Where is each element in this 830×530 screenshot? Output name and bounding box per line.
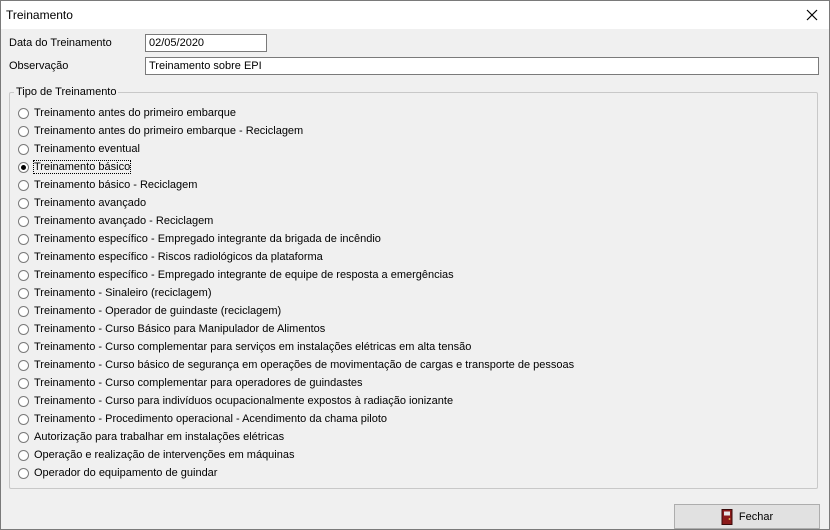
- training-type-title: Tipo de Treinamento: [16, 86, 117, 98]
- radio-option-label: Treinamento eventual: [34, 143, 140, 155]
- radio-option[interactable]: Treinamento - Curso complementar para op…: [18, 374, 363, 392]
- radio-button[interactable]: [18, 395, 29, 407]
- radio-option-label: Treinamento - Curso complementar para op…: [34, 377, 363, 389]
- dialog-window: Treinamento Data do Treinamento 02/05/20…: [0, 0, 830, 530]
- radio-button[interactable]: [18, 413, 29, 425]
- radio-button[interactable]: [18, 431, 29, 443]
- radio-button[interactable]: [18, 377, 29, 389]
- observation-field[interactable]: Treinamento sobre EPI: [145, 57, 819, 75]
- radio-option[interactable]: Treinamento - Curso para indivíduos ocup…: [18, 392, 453, 410]
- radio-button[interactable]: [18, 323, 29, 335]
- radio-option-label: Treinamento básico - Reciclagem: [34, 179, 198, 191]
- radio-button[interactable]: [18, 161, 29, 173]
- radio-option[interactable]: Treinamento específico - Riscos radiológ…: [18, 248, 323, 266]
- radio-option-label: Treinamento - Curso Básico para Manipula…: [34, 323, 326, 335]
- radio-button[interactable]: [18, 197, 29, 209]
- radio-option[interactable]: Operador do equipamento de guindar: [18, 464, 217, 482]
- radio-button[interactable]: [18, 107, 29, 119]
- radio-option-label: Treinamento - Procedimento operacional -…: [34, 413, 388, 425]
- radio-option[interactable]: Treinamento avançado: [18, 194, 146, 212]
- radio-option[interactable]: Treinamento eventual: [18, 140, 140, 158]
- close-button-label: Fechar: [738, 510, 774, 523]
- radio-option[interactable]: Treinamento avançado - Reciclagem: [18, 212, 213, 230]
- radio-option-label: Treinamento específico - Empregado integ…: [34, 233, 381, 245]
- radio-button[interactable]: [18, 449, 29, 461]
- radio-option[interactable]: Treinamento - Procedimento operacional -…: [18, 410, 387, 428]
- radio-option-label: Treinamento - Curso básico de segurança …: [34, 359, 575, 371]
- radio-button[interactable]: [18, 251, 29, 263]
- radio-option-label: Treinamento antes do primeiro embarque: [34, 107, 236, 119]
- radio-button[interactable]: [18, 143, 29, 155]
- radio-option[interactable]: Treinamento antes do primeiro embarque -…: [18, 122, 303, 140]
- radio-option[interactable]: Treinamento - Operador de guindaste (rec…: [18, 302, 281, 320]
- radio-option-label: Treinamento - Operador de guindaste (rec…: [34, 305, 282, 317]
- radio-option-label: Treinamento - Curso para indivíduos ocup…: [34, 395, 454, 407]
- radio-option[interactable]: Treinamento básico: [18, 158, 132, 176]
- close-window-button[interactable]: [795, 1, 829, 29]
- radio-option-label: Treinamento básico: [32, 160, 132, 174]
- close-button[interactable]: Fechar: [674, 504, 820, 529]
- radio-option[interactable]: Treinamento - Curso complementar para se…: [18, 338, 471, 356]
- radio-option[interactable]: Treinamento específico - Empregado integ…: [18, 266, 454, 284]
- radio-button[interactable]: [18, 341, 29, 353]
- radio-button[interactable]: [18, 287, 29, 299]
- radio-option[interactable]: Treinamento antes do primeiro embarque: [18, 104, 236, 122]
- radio-option-label: Autorização para trabalhar em instalaçõe…: [34, 431, 285, 443]
- radio-option[interactable]: Operação e realização de intervenções em…: [18, 446, 294, 464]
- radio-option-label: Treinamento avançado: [34, 197, 147, 209]
- radio-button[interactable]: [18, 233, 29, 245]
- close-icon: [806, 9, 818, 21]
- radio-button[interactable]: [18, 467, 29, 479]
- radio-button[interactable]: [18, 359, 29, 371]
- radio-option-label: Treinamento - Sinaleiro (reciclagem): [34, 287, 212, 299]
- radio-button[interactable]: [18, 215, 29, 227]
- radio-option[interactable]: Treinamento - Curso Básico para Manipula…: [18, 320, 325, 338]
- window-title: Treinamento: [6, 8, 73, 22]
- radio-button[interactable]: [18, 305, 29, 317]
- radio-option-label: Treinamento - Curso complementar para se…: [34, 341, 472, 353]
- title-bar[interactable]: Treinamento: [1, 1, 829, 29]
- radio-option-label: Operação e realização de intervenções em…: [34, 449, 295, 461]
- door-exit-icon: [721, 508, 733, 525]
- radio-option[interactable]: Treinamento básico - Reciclagem: [18, 176, 197, 194]
- date-field[interactable]: 02/05/2020: [145, 34, 267, 52]
- radio-option-label: Treinamento específico - Riscos radiológ…: [34, 251, 323, 263]
- radio-option[interactable]: Treinamento - Sinaleiro (reciclagem): [18, 284, 212, 302]
- radio-option-label: Treinamento antes do primeiro embarque -…: [34, 125, 304, 137]
- radio-option-label: Operador do equipamento de guindar: [34, 467, 218, 479]
- radio-button[interactable]: [18, 269, 29, 281]
- radio-option-label: Treinamento específico - Empregado integ…: [34, 269, 454, 281]
- radio-option-label: Treinamento avançado - Reciclagem: [34, 215, 214, 227]
- observation-label: Observação: [9, 60, 69, 72]
- date-label: Data do Treinamento: [9, 37, 112, 49]
- radio-button[interactable]: [18, 179, 29, 191]
- radio-button[interactable]: [18, 125, 29, 137]
- radio-option[interactable]: Autorização para trabalhar em instalaçõe…: [18, 428, 284, 446]
- radio-option[interactable]: Treinamento - Curso básico de segurança …: [18, 356, 574, 374]
- radio-option[interactable]: Treinamento específico - Empregado integ…: [18, 230, 381, 248]
